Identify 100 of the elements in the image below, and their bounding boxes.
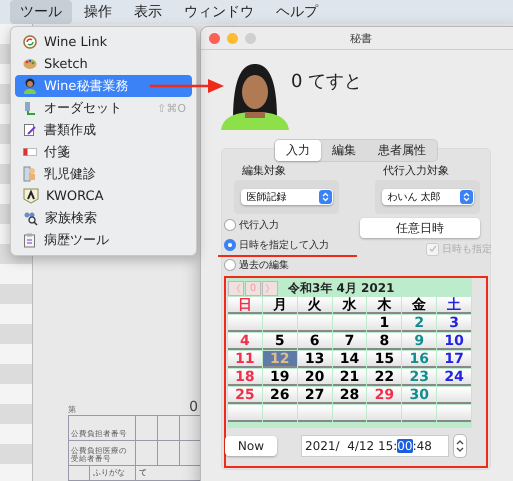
menu-title[interactable]: ウィンドウ <box>174 0 264 24</box>
day-number: 13 <box>304 350 324 366</box>
tab[interactable]: 患者属性 <box>367 140 437 161</box>
menu-item[interactable]: 病歴ツール <box>15 229 192 251</box>
weekday-label: 火 <box>308 296 322 314</box>
menu-item[interactable]: Wine Link <box>15 31 192 53</box>
radio-button[interactable] <box>224 239 236 251</box>
calendar-day[interactable]: 1 <box>367 315 402 332</box>
calendar-day[interactable]: 10 <box>437 333 471 350</box>
calendar-day[interactable]: 26 <box>262 387 297 404</box>
calendar-day[interactable]: 15 <box>367 351 402 368</box>
sticky-note-icon <box>23 148 37 156</box>
menu-item[interactable]: 家族検索 <box>15 207 192 229</box>
calendar-day[interactable]: 28 <box>332 387 366 404</box>
menu-title[interactable]: ツール <box>10 0 72 24</box>
menu-item[interactable]: Wine秘書業務 <box>15 75 192 97</box>
day-number: 29 <box>374 386 394 402</box>
calendar-title: 令和3年 4月 2021 <box>288 280 394 296</box>
people-search-icon <box>23 210 38 226</box>
weekday-label: 月 <box>272 296 287 314</box>
menu-item[interactable]: 付箋 <box>15 141 192 163</box>
day-number: 19 <box>270 368 290 384</box>
day-number: 17 <box>444 350 464 366</box>
calendar-day[interactable]: 8 <box>367 333 402 350</box>
close-icon[interactable] <box>209 32 220 44</box>
day-number: 8 <box>379 332 390 348</box>
weekday-label: 金 <box>412 296 426 314</box>
day-number: 9 <box>414 332 424 348</box>
form-number: 0 <box>189 399 198 415</box>
popup-button[interactable]: わいん 太郎 <box>382 189 474 205</box>
datetime-field[interactable]: 2021/ 4/12 15:00:48 <box>301 435 449 457</box>
menu-item[interactable]: 乳児健診 <box>15 163 192 185</box>
day-number: 27 <box>304 386 324 402</box>
baby-icon <box>23 166 37 182</box>
menu-item[interactable]: Sketch <box>15 53 192 75</box>
stepper-icon[interactable] <box>453 434 467 458</box>
group-label: 編集対象 <box>242 163 287 178</box>
calendar-day[interactable]: 13 <box>298 351 332 368</box>
calendar-day[interactable]: 4 <box>228 333 262 350</box>
calendar-day[interactable]: 25 <box>228 387 262 404</box>
calendar-day[interactable]: 20 <box>298 369 332 386</box>
calendar-day[interactable]: 27 <box>298 387 332 404</box>
calendar-day[interactable]: 6 <box>298 333 332 350</box>
calendar-day[interactable]: 18 <box>228 369 262 386</box>
tab[interactable]: 入力 <box>275 140 321 161</box>
menu-title[interactable]: 操作 <box>74 0 122 24</box>
calendar-day[interactable]: 29 <box>367 387 402 404</box>
day-number: 4 <box>240 332 250 348</box>
day-number: 5 <box>274 332 285 348</box>
calendar-day[interactable]: 9 <box>402 333 436 350</box>
now-button[interactable]: Now <box>225 436 277 456</box>
group-label: 代行入力対象 <box>383 163 450 178</box>
calendar-day[interactable]: 24 <box>437 369 471 386</box>
calendar-day[interactable]: 23 <box>402 369 436 386</box>
weekday-label: 土 <box>447 296 462 314</box>
minimize-icon[interactable] <box>227 32 238 44</box>
weekday-label: 日 <box>238 296 252 314</box>
calendar-day[interactable]: 5 <box>262 333 297 350</box>
day-number: 7 <box>344 332 354 348</box>
date-button[interactable]: 任意日時 <box>360 218 480 238</box>
radio-label[interactable]: 代行入力 <box>239 218 279 232</box>
menu-item[interactable]: オーダセット ⇧⌘O <box>15 97 192 119</box>
emblem-icon <box>23 188 39 204</box>
day-number: 20 <box>304 368 324 384</box>
menu-item[interactable]: 書類作成 <box>15 119 192 141</box>
radio-label[interactable]: 過去の編集 <box>239 258 289 272</box>
menu-title[interactable]: ヘルプ <box>266 0 328 24</box>
radio-label[interactable]: 日時を指定して入力 <box>239 238 329 252</box>
weekday-label: 水 <box>342 296 356 314</box>
menu-item[interactable]: KWORCA <box>15 185 192 207</box>
popup-button[interactable]: 医師記録 <box>240 189 332 205</box>
form-value: て <box>138 467 148 479</box>
day-number: 2 <box>414 314 424 330</box>
day-number: 11 <box>235 350 255 366</box>
calendar-day[interactable]: 19 <box>262 369 297 386</box>
calendar-day[interactable]: 22 <box>367 369 402 386</box>
menu-title[interactable]: 表示 <box>124 0 172 24</box>
calendar-day[interactable]: 11 <box>228 351 262 368</box>
calendar-day[interactable]: 14 <box>332 351 366 368</box>
day-number: 14 <box>340 350 360 366</box>
calendar-day[interactable]: 30 <box>402 387 436 404</box>
calendar-day[interactable]: 21 <box>332 369 366 386</box>
calendar-day[interactable]: 17 <box>437 351 471 368</box>
day-number: 25 <box>235 386 255 402</box>
day-number: 21 <box>340 368 360 384</box>
day-number: 12 <box>270 350 290 366</box>
calendar-day[interactable]: 2 <box>402 315 436 332</box>
radio-button[interactable] <box>224 259 236 271</box>
palette-icon <box>23 57 37 71</box>
tab[interactable]: 編集 <box>321 140 367 161</box>
radio-button[interactable] <box>224 219 236 231</box>
updown-icon <box>318 190 332 204</box>
calendar-day[interactable]: 7 <box>332 333 366 350</box>
form-label: ふりがな <box>89 466 136 480</box>
zoom-icon[interactable] <box>245 32 256 44</box>
day-number: 15 <box>374 350 394 366</box>
calendar-day[interactable]: 3 <box>437 315 471 332</box>
circular-arrows-icon <box>23 35 37 49</box>
calendar-day[interactable]: 16 <box>402 351 436 368</box>
day-number: 26 <box>270 386 290 402</box>
